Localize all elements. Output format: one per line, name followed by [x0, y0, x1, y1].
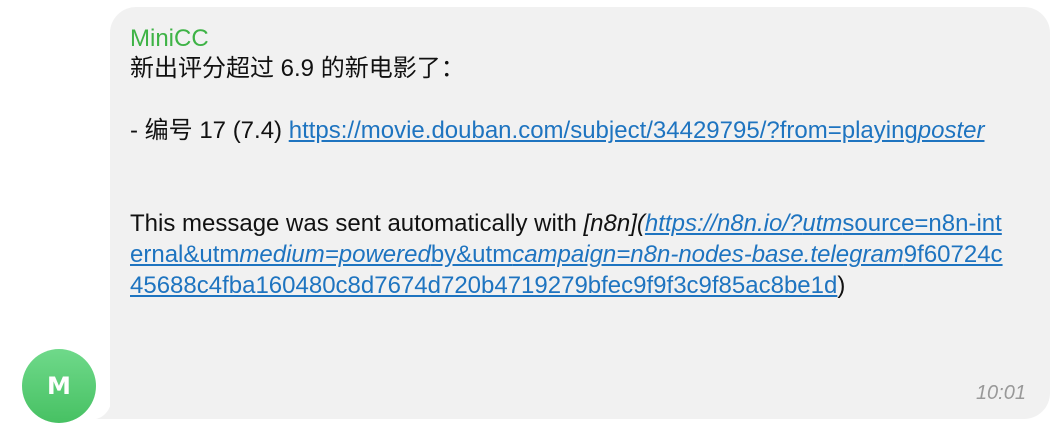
- n8n-link-part: medium=powered: [239, 241, 431, 268]
- footer-paren-close: ): [837, 272, 846, 299]
- movie-item: - 编号 17 (7.4) https://movie.douban.com/s…: [130, 115, 1010, 146]
- avatar[interactable]: M: [22, 349, 96, 423]
- sender-name[interactable]: MiniCC: [130, 25, 1028, 53]
- movie-item-prefix: - 编号 17 (7.4): [130, 117, 289, 144]
- n8n-link-part: campaign=n8n-nodes-base.telegram: [512, 241, 904, 268]
- message-headline: 新出评分超过 6.9 的新电影了：: [130, 55, 465, 82]
- footer-prefix: This message was sent automatically with: [130, 210, 584, 237]
- n8n-link-part: https://n8n.io/?: [644, 210, 803, 237]
- message-timestamp: 10:01: [975, 382, 1026, 404]
- movie-link-text: https://movie.douban.com/subject/3442979…: [288, 117, 918, 144]
- avatar-initial: M: [47, 372, 71, 400]
- footer-n8n-label: [n8n]: [583, 210, 637, 237]
- movie-link-italic: poster: [917, 117, 985, 144]
- n8n-link-part: utm: [802, 210, 843, 237]
- n8n-link-part: by&utm: [430, 241, 513, 268]
- footer-text: This message was sent automatically with…: [130, 208, 1010, 301]
- message-bubble: MiniCC 新出评分超过 6.9 的新电影了： - 编号 17 (7.4) h…: [110, 7, 1050, 419]
- movie-link[interactable]: https://movie.douban.com/subject/3442979…: [289, 117, 985, 144]
- footer-paren-open: (: [636, 210, 645, 237]
